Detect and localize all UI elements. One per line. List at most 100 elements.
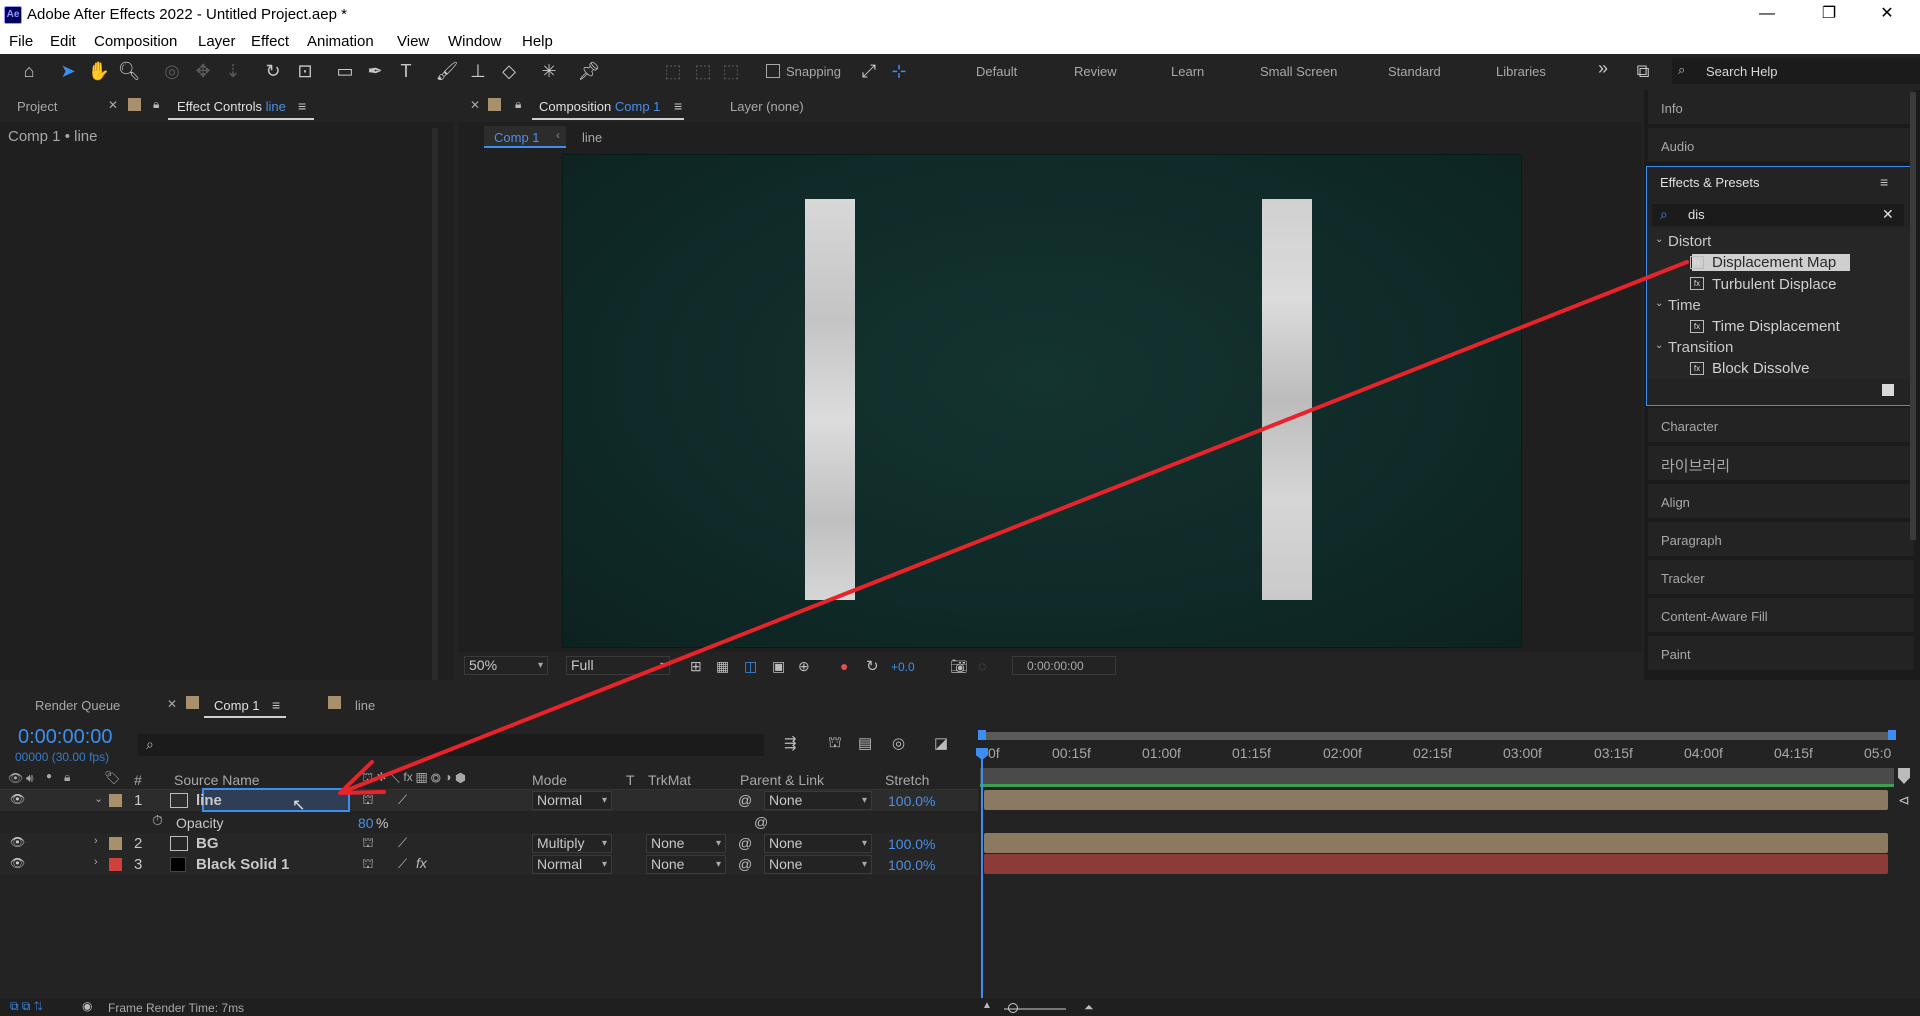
pen-tool-icon[interactable]: ✒ <box>362 58 388 84</box>
orbit-camera-icon[interactable]: ◎ <box>159 58 185 84</box>
layer-name-line[interactable]: line <box>196 792 222 809</box>
menu-file[interactable]: File <box>9 33 33 50</box>
tab-project[interactable]: Project <box>17 99 57 114</box>
workspace-standard[interactable]: Standard <box>1388 64 1441 79</box>
shy-layers-icon[interactable]: ⛫ <box>828 734 842 753</box>
panel-menu-icon[interactable]: ≡ <box>674 98 682 114</box>
chevron-down-icon[interactable]: ⌄ <box>1655 340 1663 351</box>
layer-name-bg[interactable]: BG <box>196 835 219 852</box>
rotation-tool-icon[interactable]: ↻ <box>260 58 286 84</box>
fx-item-turbulent-displace[interactable]: Turbulent Displace <box>1712 276 1837 293</box>
panel-paragraph[interactable]: Paragraph <box>1648 522 1914 558</box>
playhead-line[interactable] <box>981 748 983 998</box>
menu-effect[interactable]: Effect <box>251 33 289 50</box>
axis-view-icon[interactable]: ⬚ <box>718 58 744 84</box>
close-tab-icon[interactable]: ✕ <box>108 98 118 112</box>
fx-group-distort[interactable]: Distort <box>1668 233 1711 250</box>
parent-dropdown[interactable]: None ▾ <box>764 791 872 810</box>
parent-dropdown[interactable]: None ▾ <box>764 855 872 874</box>
opacity-value[interactable]: 80 <box>358 815 374 831</box>
puppet-pin-tool-icon[interactable]: 📌︎ <box>576 58 602 84</box>
render-time-icon[interactable]: ◉ <box>82 999 92 1013</box>
pick-whip-icon[interactable]: @ <box>738 856 752 872</box>
stopwatch-icon[interactable]: ⏱︎ <box>152 812 163 829</box>
restore-button[interactable]: ❐ <box>1806 0 1852 30</box>
clear-search-icon[interactable]: ✕ <box>1882 206 1894 223</box>
right-panel-scrollbar[interactable] <box>1910 92 1916 540</box>
workspace-libraries[interactable]: Libraries <box>1496 64 1546 79</box>
panel-libraries[interactable]: 라이브러리 <box>1648 446 1914 482</box>
resolution-dropdown[interactable]: Full ▾ <box>566 656 670 675</box>
fx-item-displacement-map[interactable]: Displacement Map <box>1712 254 1836 271</box>
panel-character[interactable]: Character <box>1648 408 1914 444</box>
layer-bar-line[interactable] <box>984 790 1888 810</box>
close-tab-icon[interactable]: ✕ <box>470 98 480 112</box>
pick-whip-icon[interactable]: @ <box>754 814 768 830</box>
snap-extend-icon[interactable]: ⤢ <box>856 58 882 84</box>
snapshot-camera-icon[interactable]: 📷︎ <box>950 658 968 675</box>
stretch-value[interactable]: 100.0% <box>888 836 935 852</box>
exposure-value[interactable]: +0.0 <box>891 660 915 674</box>
reset-exposure-icon[interactable]: ↻ <box>866 657 879 675</box>
fx-switch-icon[interactable]: fx <box>416 855 427 871</box>
layer-label-color[interactable] <box>109 837 122 850</box>
fast-previews-icon[interactable]: ⊞ <box>690 658 702 675</box>
eye-icon[interactable]: 👁︎ <box>10 856 25 870</box>
pan-camera-icon[interactable]: ✥ <box>190 58 216 84</box>
new-folder-icon[interactable] <box>1882 384 1894 396</box>
snapping-checkbox[interactable] <box>766 64 780 78</box>
menu-edit[interactable]: Edit <box>50 33 76 50</box>
layer-label-color[interactable] <box>109 858 122 871</box>
layer-mode-dropdown[interactable]: Multiply ▾ <box>532 834 612 853</box>
selection-tool-icon[interactable]: ➤ <box>55 58 81 84</box>
label-tag-icon[interactable]: 🏷︎ <box>104 770 121 786</box>
parent-dropdown[interactable]: None ▾ <box>764 834 872 853</box>
quality-switch-icon[interactable]: ⟋ <box>398 835 407 851</box>
lock-icon[interactable]: 🔒︎ <box>153 97 159 112</box>
tab-render-queue[interactable]: Render Queue <box>35 698 120 713</box>
trkmat-dropdown[interactable]: None ▾ <box>646 834 726 853</box>
menu-composition[interactable]: Composition <box>94 33 177 50</box>
chevron-down-icon[interactable]: ⌄ <box>1655 234 1663 245</box>
quality-switch-icon[interactable]: ⟋ <box>398 856 407 872</box>
anchor-point-tool-icon[interactable]: ⊡ <box>292 58 318 84</box>
tab-timeline-comp[interactable]: Comp 1 <box>214 698 260 713</box>
mask-visibility-icon[interactable]: ◫ <box>744 658 757 675</box>
region-of-interest-icon[interactable]: ▣ <box>772 658 785 675</box>
timeline-zoom-handle[interactable] <box>1008 1003 1018 1013</box>
trkmat-dropdown[interactable]: None ▾ <box>646 855 726 874</box>
close-tab-icon[interactable]: ✕ <box>167 697 177 711</box>
work-area-start[interactable] <box>978 730 986 740</box>
lock-icon[interactable]: 🔒︎ <box>64 770 70 785</box>
panel-tracker[interactable]: Tracker <box>1648 560 1914 596</box>
viewer-tab-comp[interactable]: Comp 1 <box>484 126 566 148</box>
graph-editor-icon[interactable]: ◪ <box>934 734 948 752</box>
menu-view[interactable]: View <box>397 33 429 50</box>
tab-timeline-line[interactable]: line <box>355 698 375 713</box>
axis-local-icon[interactable]: ⬚ <box>660 58 686 84</box>
column-source-name[interactable]: Source Name <box>174 772 260 788</box>
workspace-overflow-button[interactable]: » <box>1598 58 1608 79</box>
quality-switch-icon[interactable]: ⟋ <box>398 792 407 808</box>
fx-item-time-displacement[interactable]: Time Displacement <box>1712 318 1840 335</box>
workspace-settings-icon[interactable]: ⧉ <box>1630 58 1656 84</box>
line-layer-left-stripe[interactable] <box>805 199 855 600</box>
layer-name-black-solid[interactable]: Black Solid 1 <box>196 856 289 873</box>
axis-world-icon[interactable]: ⬚ <box>690 58 716 84</box>
hand-tool-icon[interactable]: ✋ <box>86 58 112 84</box>
current-time-display[interactable]: 0:00:00:00 <box>18 726 113 749</box>
dolly-camera-icon[interactable]: ⇣ <box>220 58 246 84</box>
transparency-grid-icon[interactable]: ▦ <box>716 658 729 675</box>
menu-window[interactable]: Window <box>448 33 501 50</box>
stretch-value[interactable]: 100.0% <box>888 793 935 809</box>
frame-blending-icon[interactable]: ▤ <box>858 734 872 752</box>
panel-menu-icon[interactable]: ≡ <box>298 98 306 114</box>
workspace-small-screen[interactable]: Small Screen <box>1260 64 1337 79</box>
panel-content-aware-fill[interactable]: Content-Aware Fill <box>1648 598 1914 634</box>
workspace-review[interactable]: Review <box>1074 64 1117 79</box>
panel-audio[interactable]: Audio <box>1648 128 1914 164</box>
fx-group-transition[interactable]: Transition <box>1668 339 1733 356</box>
layer-bar-black-solid[interactable] <box>984 854 1888 874</box>
zoom-out-icon[interactable]: ▲ <box>982 1000 992 1011</box>
zoom-tool-icon[interactable]: 🔍︎ <box>116 58 142 84</box>
